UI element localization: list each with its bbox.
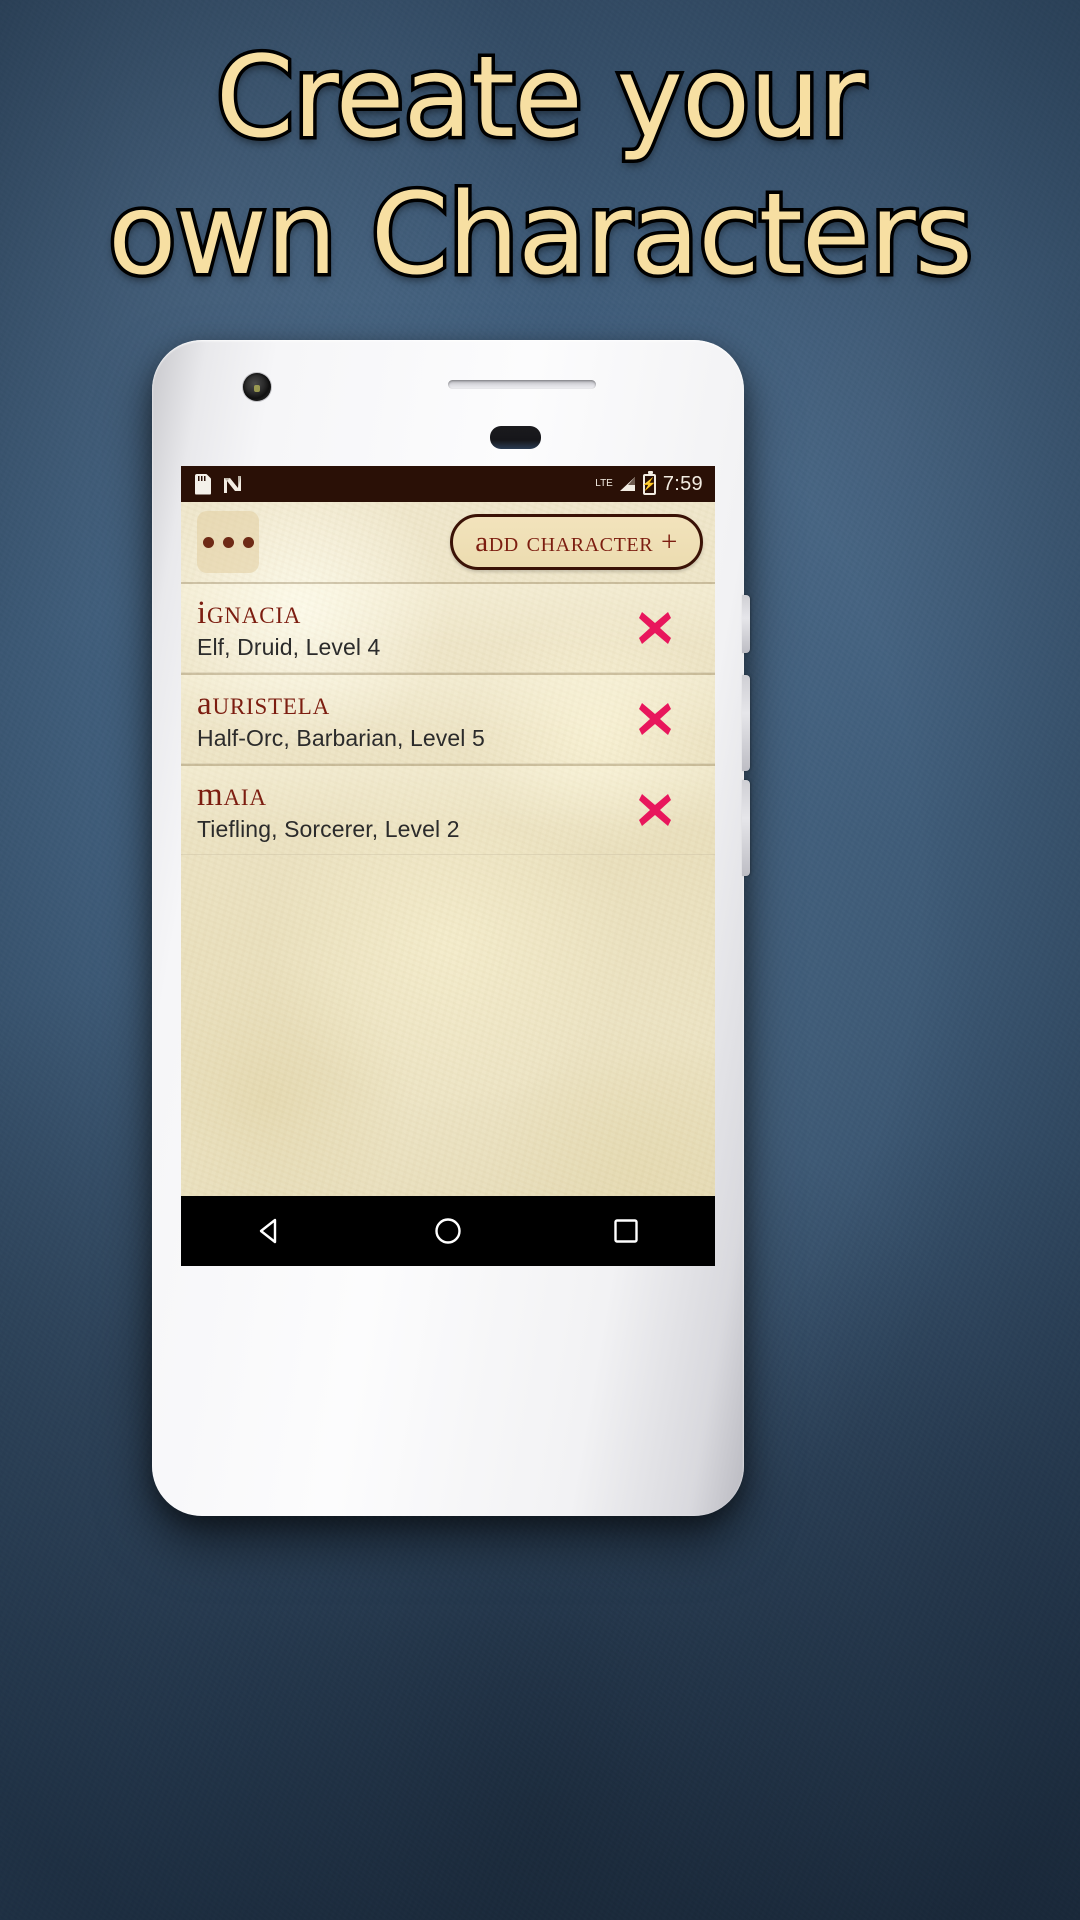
app-content: Add Character + Ignacia Elf, Druid, Leve… (181, 502, 715, 1266)
back-icon (259, 1218, 277, 1244)
add-character-button[interactable]: Add Character + (450, 514, 703, 570)
promo-headline: Create your own Characters (0, 30, 1080, 304)
back-button[interactable] (253, 1214, 287, 1248)
power-button[interactable] (742, 595, 750, 653)
recents-icon (614, 1219, 638, 1243)
close-x-icon (639, 703, 671, 735)
overflow-menu-button[interactable] (197, 511, 259, 573)
character-list: Ignacia Elf, Druid, Level 4 Auristela Ha… (181, 582, 715, 855)
phone-bottom-chin (152, 1398, 744, 1516)
delete-character-button[interactable] (633, 697, 677, 741)
close-x-icon (639, 794, 671, 826)
phone-screen: LTE ⚡ 7:59 add character + ignacia Elf, … (181, 466, 715, 1266)
menu-dot-icon (222, 536, 234, 548)
home-button[interactable] (431, 1214, 465, 1248)
app-action-bar: Add Character + (181, 502, 715, 582)
signal-bars-icon (618, 476, 636, 492)
phone-device-frame: LTE ⚡ 7:59 add character + ignacia Elf, … (152, 340, 750, 1516)
status-bar: LTE ⚡ 7:59 (181, 466, 715, 502)
recents-button[interactable] (609, 1214, 643, 1248)
close-x-icon (639, 612, 671, 644)
menu-dot-icon (202, 536, 214, 548)
android-nougat-icon (222, 474, 243, 495)
headline-line-2: own Characters (104, 166, 976, 303)
delete-character-button[interactable] (633, 788, 677, 832)
sd-card-icon (195, 473, 211, 495)
lte-label: LTE (595, 478, 613, 489)
character-list-item[interactable]: Ignacia Elf, Druid, Level 4 (181, 582, 715, 673)
volume-down-button[interactable] (742, 780, 750, 876)
status-bar-left-icons (195, 473, 243, 495)
earpiece-speaker (448, 380, 596, 389)
character-list-item[interactable]: Maia Tiefling, Sorcerer, Level 2 (181, 764, 715, 855)
menu-dot-icon (242, 536, 254, 548)
headline-line-1: Create your (212, 30, 869, 167)
volume-up-button[interactable] (742, 675, 750, 771)
front-camera-icon (243, 373, 271, 401)
battery-charging-icon: ⚡ (642, 470, 657, 495)
home-icon (435, 1218, 461, 1244)
status-bar-right-icons: LTE ⚡ 7:59 (595, 470, 703, 496)
add-character-button-label: Add Character + (475, 525, 678, 558)
character-list-item[interactable]: Auristela Half-Orc, Barbarian, Level 5 (181, 673, 715, 764)
android-navigation-bar (181, 1196, 715, 1266)
proximity-sensor (490, 426, 541, 449)
delete-character-button[interactable] (633, 606, 677, 650)
status-bar-clock: 7:59 (662, 472, 703, 495)
